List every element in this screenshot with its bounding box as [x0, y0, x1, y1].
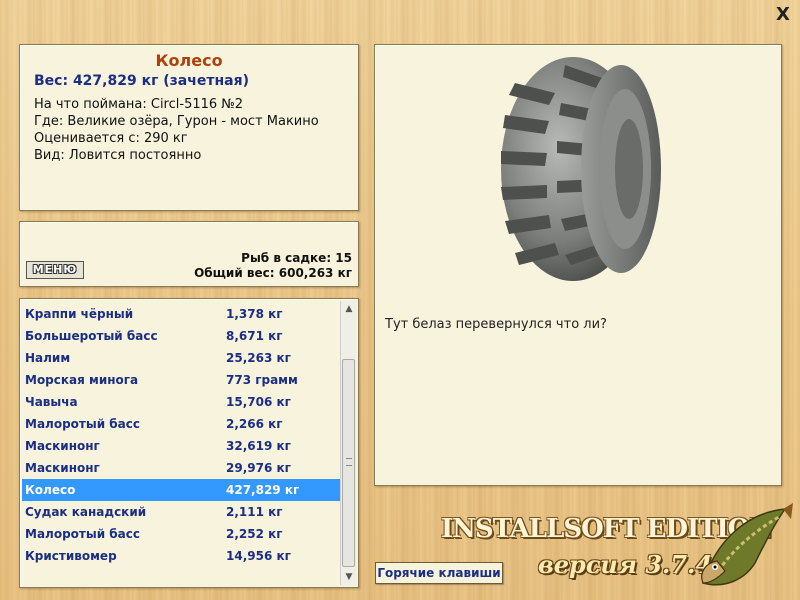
fish-weight: Вес: 427,829 кг (зачетная)	[34, 73, 249, 89]
fish-list-name: Налим	[25, 351, 71, 365]
fish-list-name: Морская минога	[25, 373, 139, 387]
list-item[interactable]: Судак канадский 2,111 кг	[22, 501, 340, 523]
brand-version: версия 3.7.4	[538, 550, 713, 579]
fish-list-weight: 773 грамм	[226, 373, 298, 387]
hotkeys-button[interactable]: Горячие клавиши	[375, 562, 503, 584]
list-item[interactable]: Налим 25,263 кг	[22, 347, 340, 369]
fish-list-weight: 1,378 кг	[226, 307, 283, 321]
tyre-image	[501, 57, 661, 281]
list-scrollbar[interactable]: ▲ ▼	[340, 301, 356, 585]
list-item[interactable]: Маскинонг 32,619 кг	[22, 435, 340, 457]
fish-list-name: Малоротый басс	[25, 417, 141, 431]
total-weight: Общий вес: 600,263 кг	[194, 266, 352, 280]
scrollbar-grip-icon	[346, 458, 352, 466]
fish-list: Краппи чёрный 1,378 кг Большеротый басс 8,6…	[22, 303, 340, 567]
fish-list-name: Кристивомер	[25, 549, 117, 563]
menu-button[interactable]: МЕНЮ	[26, 261, 84, 279]
fish-info-panel: Колесо Вес: 427,829 кг (зачетная) На что…	[19, 44, 359, 211]
fish-list-name: Маскинонг	[25, 439, 100, 453]
list-item[interactable]: Большеротый басс 8,671 кг	[22, 325, 340, 347]
pike-fish-icon	[701, 503, 793, 586]
fish-type: Вид: Ловится постоянно	[34, 148, 202, 163]
keepnet-summary-panel: МЕНЮ Рыб в садке: 15 Общий вес: 600,263 …	[19, 221, 359, 287]
fish-list-name: Маскинонг	[25, 461, 100, 475]
list-item[interactable]: Кристивомер 14,956 кг	[22, 545, 340, 567]
fish-list-weight: 32,619 кг	[226, 439, 291, 453]
fish-list-weight: 8,671 кг	[226, 329, 283, 343]
caught-on: На что поймана: Circl-5116 №2	[34, 97, 244, 112]
fish-list-weight: 2,111 кг	[226, 505, 283, 519]
fish-list-panel: Краппи чёрный 1,378 кг Большеротый басс 8,6…	[19, 298, 359, 588]
scrollbar-thumb[interactable]	[342, 359, 355, 567]
fish-image-panel: Тут белаз перевернулся что ли?	[374, 44, 782, 486]
fish-list-weight: 14,956 кг	[226, 549, 291, 563]
scroll-down-icon[interactable]: ▼	[341, 569, 357, 585]
fish-list-weight: 427,829 кг	[226, 483, 300, 497]
list-item[interactable]: Краппи чёрный 1,378 кг	[22, 303, 340, 325]
image-comment: Тут белаз перевернулся что ли?	[385, 317, 607, 332]
list-item[interactable]: Малоротый басс 2,266 кг	[22, 413, 340, 435]
fish-list-name: Судак канадский	[25, 505, 147, 519]
fish-list-weight: 25,263 кг	[226, 351, 291, 365]
fish-list-name: Краппи чёрный	[25, 307, 134, 321]
fish-list-weight: 2,252 кг	[226, 527, 283, 541]
list-item[interactable]: Малоротый басс 2,252 кг	[22, 523, 340, 545]
list-item[interactable]: Чавыча 15,706 кг	[22, 391, 340, 413]
close-icon[interactable]: X	[774, 6, 792, 24]
fish-list-weight: 2,266 кг	[226, 417, 283, 431]
list-item[interactable]: Маскинонг 29,976 кг	[22, 457, 340, 479]
fish-name: Колесо	[155, 51, 223, 70]
list-item[interactable]: Морская минога 773 грамм	[22, 369, 340, 391]
fish-list-name: Большеротый басс	[25, 329, 158, 343]
scroll-up-icon[interactable]: ▲	[341, 301, 357, 317]
list-item[interactable]: Колесо 427,829 кг	[22, 479, 340, 501]
fish-count: Рыб в садке: 15	[241, 251, 352, 265]
valued-from: Оценивается с: 290 кг	[34, 131, 188, 146]
fish-list-name: Малоротый басс	[25, 527, 141, 541]
fish-list-name: Колесо	[25, 483, 76, 497]
fish-list-weight: 29,976 кг	[226, 461, 291, 475]
fish-list-weight: 15,706 кг	[226, 395, 291, 409]
fish-list-name: Чавыча	[25, 395, 78, 409]
location: Где: Великие озёра, Гурон - мост Макино	[34, 114, 319, 129]
